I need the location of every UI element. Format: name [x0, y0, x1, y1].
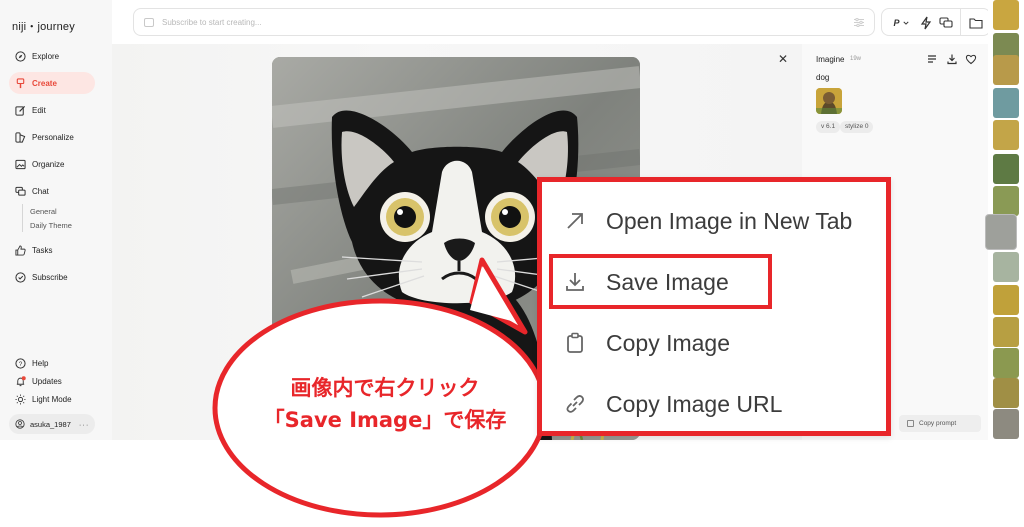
menu-item-open-new-tab[interactable]: Open Image in New Tab — [542, 193, 886, 249]
history-strip — [986, 0, 1024, 440]
menu-lines-icon[interactable] — [926, 53, 938, 65]
sidebar-item-label: Subscribe — [32, 272, 68, 282]
copy-prompt-label: Copy prompt — [919, 420, 957, 427]
tag-stylize[interactable]: stylize 0 — [840, 121, 874, 133]
compass-icon — [15, 50, 26, 62]
personalize-icon — [15, 131, 26, 143]
chat-bubbles-icon[interactable] — [938, 15, 954, 31]
sun-icon — [15, 393, 26, 405]
svg-text:?: ? — [19, 360, 23, 367]
image-icon — [15, 159, 26, 169]
settings-sliders-icon[interactable] — [854, 18, 864, 27]
menu-item-copy-image-url[interactable]: Copy Image URL — [542, 376, 886, 432]
brush-icon — [16, 77, 25, 88]
annotation-line-2: 「Save Image」で保存 — [263, 408, 507, 432]
menu-item-copy-image[interactable]: Copy Image — [542, 315, 886, 371]
thumbs-up-icon — [15, 244, 26, 256]
detail-title: Imagine — [816, 55, 845, 64]
divider — [960, 9, 961, 35]
history-thumb[interactable] — [993, 186, 1019, 216]
clipboard-icon — [567, 332, 583, 353]
annotation-line-1: 画像内で右クリック — [290, 376, 480, 400]
sidebar-item-label: Personalize — [32, 132, 74, 142]
avatar-icon — [15, 419, 25, 429]
chat-sub-daily-theme[interactable]: Daily Theme — [30, 221, 72, 230]
menu-item-label: Copy Image — [606, 329, 731, 356]
download-icon[interactable] — [946, 53, 958, 65]
sidebar-item-label: Chat — [32, 186, 49, 196]
menu-item-label: Open Image in New Tab — [606, 207, 853, 234]
link-icon — [566, 395, 584, 413]
heart-icon[interactable] — [965, 53, 977, 65]
history-thumb[interactable] — [993, 348, 1019, 378]
sidebar-item-edit[interactable]: Edit — [9, 99, 95, 121]
open-new-tab-icon — [567, 213, 583, 229]
image-upload-icon[interactable] — [144, 17, 154, 27]
sidebar-item-chat[interactable]: Chat — [9, 180, 95, 202]
history-thumb[interactable] — [993, 317, 1019, 347]
sidebar-item-subscribe[interactable]: Subscribe — [9, 266, 95, 288]
help-icon: ? — [15, 357, 26, 369]
sidebar: niji・journey Explore Create Edit Persona… — [0, 0, 112, 440]
sidebar-item-label: Edit — [32, 105, 46, 115]
sidebar-item-light-mode[interactable]: Light Mode — [9, 388, 95, 410]
sidebar-item-personalize[interactable]: Personalize — [9, 126, 95, 148]
chat-icon — [15, 186, 26, 196]
close-icon[interactable]: ✕ — [776, 52, 790, 66]
personalize-label: P — [893, 18, 900, 28]
sidebar-item-label: Explore — [32, 51, 60, 61]
prompt-text: dog — [816, 73, 830, 82]
app-window: niji・journey Explore Create Edit Persona… — [0, 0, 1024, 527]
sidebar-item-tasks[interactable]: Tasks — [9, 239, 95, 261]
sidebar-item-label: Organize — [32, 159, 65, 169]
top-actions: P — [881, 8, 991, 36]
chat-sub-general[interactable]: General — [30, 207, 57, 216]
app-logo[interactable]: niji・journey — [12, 18, 75, 34]
copy-icon — [907, 420, 914, 427]
chevron-down-icon — [902, 21, 909, 25]
search-input[interactable]: Subscribe to start creating... — [162, 18, 262, 27]
detail-timestamp: 19w — [850, 56, 862, 62]
history-thumb[interactable] — [993, 0, 1019, 30]
history-thumb[interactable] — [993, 409, 1019, 439]
lightning-icon[interactable] — [918, 15, 934, 31]
history-thumb[interactable] — [993, 285, 1019, 315]
history-thumb[interactable] — [993, 154, 1019, 184]
sidebar-item-explore[interactable]: Explore — [9, 45, 95, 67]
copy-prompt-button[interactable]: Copy prompt — [899, 415, 981, 432]
personalize-dropdown[interactable]: P — [890, 15, 912, 31]
context-menu: Open Image in New Tab Save Image Copy Im… — [537, 177, 891, 436]
history-thumb[interactable] — [993, 55, 1019, 85]
username: asuka_1987 — [30, 419, 71, 429]
history-thumb[interactable] — [993, 378, 1019, 408]
sidebar-item-label: Light Mode — [32, 394, 72, 404]
bell-icon — [16, 375, 26, 386]
subscribe-icon — [15, 271, 26, 283]
sidebar-item-label: Create — [32, 78, 57, 88]
chat-submenu-line — [22, 204, 23, 232]
history-thumb[interactable] — [993, 252, 1019, 282]
history-thumb-selected[interactable] — [986, 215, 1016, 249]
reference-thumbnail[interactable] — [816, 88, 842, 114]
reference-thumbnail-image — [816, 88, 842, 114]
sidebar-item-organize[interactable]: Organize — [9, 153, 95, 175]
menu-item-label: Copy Image URL — [606, 390, 783, 417]
sidebar-item-label: Tasks — [32, 245, 53, 255]
save-image-highlight — [549, 254, 772, 309]
edit-icon — [15, 105, 26, 116]
user-menu[interactable]: asuka_1987 ··· — [9, 414, 95, 434]
sidebar-item-label: Help — [32, 358, 49, 368]
sidebar-item-create[interactable]: Create — [9, 72, 95, 94]
more-icon[interactable]: ··· — [79, 420, 90, 429]
history-thumb[interactable] — [993, 88, 1019, 118]
tag-version[interactable]: v 6.1 — [816, 121, 841, 133]
history-thumb[interactable] — [993, 120, 1019, 150]
sidebar-item-label: Updates — [32, 376, 62, 386]
prompt-bar[interactable]: Subscribe to start creating... — [133, 8, 875, 36]
folder-icon[interactable] — [968, 15, 984, 31]
